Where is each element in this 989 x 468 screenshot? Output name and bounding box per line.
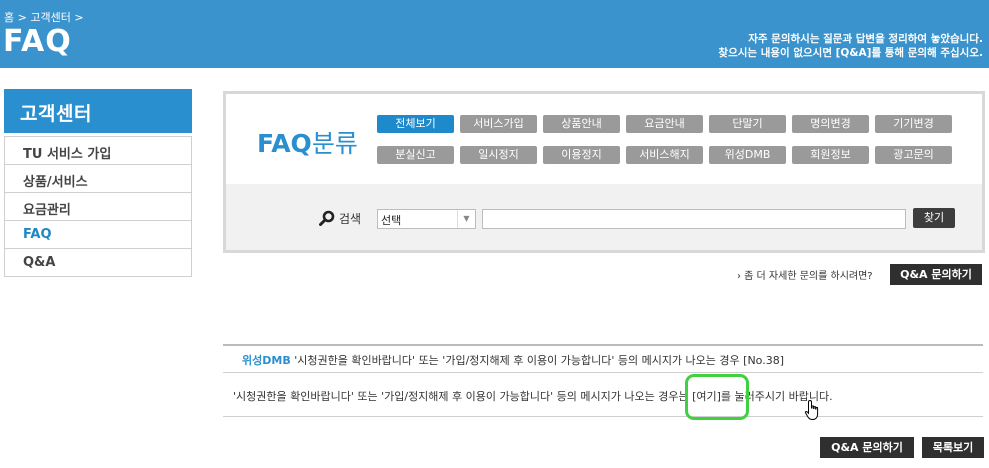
category-button-products[interactable]: 상품안내 — [543, 115, 620, 133]
sidebar-item-billing[interactable]: 요금관리 — [5, 193, 191, 221]
chevron-down-icon[interactable]: ▼ — [457, 210, 475, 228]
faq-answer-text-before: '시청권한을 확인바랍니다' 또는 '가입/정지해제 후 이용이 가능합니다' … — [233, 390, 689, 403]
search-label: 검색 — [339, 212, 362, 226]
search-button[interactable]: 찾기 — [913, 208, 955, 228]
category-button-fees[interactable]: 요금안내 — [626, 115, 703, 133]
category-button-device[interactable]: 단말기 — [709, 115, 786, 133]
inquiry-prompt: › 좀 더 자세한 문의를 하시려면? — [737, 271, 873, 282]
magnifier-icon — [319, 210, 335, 226]
faq-question-row[interactable]: 위성DMB '시청권한을 확인바랍니다' 또는 '가입/정지해제 후 이용이 가… — [223, 344, 983, 373]
faq-question-text: '시청권한을 확인바랍니다' 또는 '가입/정지해제 후 이용이 가능합니다' … — [294, 354, 740, 367]
category-button-device-change[interactable]: 기기변경 — [875, 115, 952, 133]
faq-question-number: [No.38] — [743, 354, 784, 367]
category-button-lost-report[interactable]: 분실신고 — [377, 146, 454, 164]
list-button[interactable]: 목록보기 — [922, 437, 984, 458]
category-button-dmb[interactable]: 위성DMB — [709, 146, 786, 164]
category-button-suspend[interactable]: 일시정지 — [460, 146, 537, 164]
header-description-line1: 자주 문의하시는 질문과 답변을 정리하여 놓았습니다. — [748, 33, 983, 45]
category-button-all[interactable]: 전체보기 — [377, 115, 454, 133]
sidebar-menu: TU 서비스 가입 상품/서비스 요금관리 FAQ Q&A — [4, 136, 192, 277]
search-input[interactable] — [482, 209, 906, 229]
category-button-name-change[interactable]: 명의변경 — [792, 115, 869, 133]
category-button-subscription[interactable]: 서비스가입 — [460, 115, 537, 133]
category-button-ad-inquiry[interactable]: 광고문의 — [875, 146, 952, 164]
breadcrumb-separator: > — [74, 11, 84, 24]
sidebar-title: 고객센터 — [4, 89, 192, 133]
hand-pointer-icon — [804, 399, 819, 420]
sidebar-item-tu-service[interactable]: TU 서비스 가입 — [5, 137, 191, 165]
faq-category-label-main: FAQ — [257, 129, 312, 158]
qa-inquiry-button-top[interactable]: Q&A 문의하기 — [890, 264, 982, 285]
faq-question-category: 위성DMB — [242, 354, 291, 367]
faq-category-label: FAQ분류 — [257, 124, 358, 160]
category-button-area: FAQ분류 전체보기 서비스가입 상품안내 요금안내 단말기 명의변경 기기변경… — [226, 94, 982, 184]
faq-category-box: FAQ분류 전체보기 서비스가입 상품안내 요금안내 단말기 명의변경 기기변경… — [223, 91, 985, 253]
sidebar-item-products[interactable]: 상품/서비스 — [5, 165, 191, 193]
search-select-value: 선택 — [381, 214, 402, 227]
sidebar-item-faq[interactable]: FAQ — [5, 221, 191, 249]
page-header: 홈 > 고객센터 > FAQ 자주 문의하시는 질문과 답변을 정리하여 놓았습… — [0, 0, 989, 68]
sidebar-item-qa[interactable]: Q&A — [5, 249, 191, 277]
breadcrumb: 홈 > 고객센터 > — [4, 9, 84, 25]
faq-answer-here-link[interactable]: [여기] — [685, 374, 749, 420]
header-description: 자주 문의하시는 질문과 답변을 정리하여 놓았습니다. 찾으시는 내용이 없으… — [718, 32, 983, 60]
category-button-usage-stop[interactable]: 이용정지 — [543, 146, 620, 164]
breadcrumb-customer-center[interactable]: 고객센터 — [30, 11, 70, 24]
faq-category-label-sub: 분류 — [311, 129, 358, 158]
category-button-cancel-service[interactable]: 서비스해지 — [626, 146, 703, 164]
search-type-select[interactable]: 선택 ▼ — [377, 209, 476, 229]
qa-inquiry-button-bottom[interactable]: Q&A 문의하기 — [820, 437, 914, 458]
page-title: FAQ — [3, 24, 72, 59]
header-description-line2: 찾으시는 내용이 없으시면 [Q&A]를 통해 문의해 주십시오. — [718, 47, 983, 59]
faq-answer: '시청권한을 확인바랍니다' 또는 '가입/정지해제 후 이용이 가능합니다' … — [223, 373, 983, 420]
breadcrumb-separator: > — [17, 11, 27, 24]
category-button-member-info[interactable]: 회원정보 — [792, 146, 869, 164]
breadcrumb-home[interactable]: 홈 — [4, 11, 14, 24]
search-area: 검색 선택 ▼ 찾기 — [226, 184, 982, 250]
